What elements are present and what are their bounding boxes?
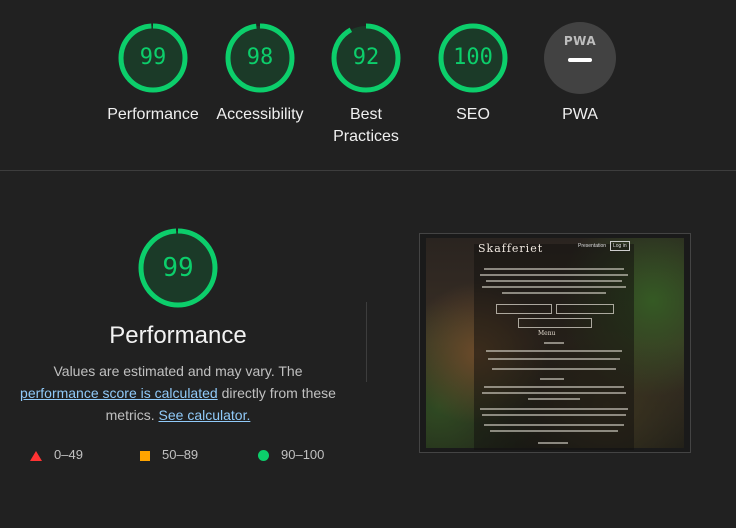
circle-icon [258,450,269,462]
gauge-label: Best Practices [333,106,399,145]
legend-average: 50–89 [140,447,198,462]
score-value: 99 [139,45,167,70]
gauge-performance[interactable]: 99 Performance [98,22,208,126]
screenshot-text-line [540,378,564,380]
screenshot-text-line [480,408,628,410]
screenshot-menu-heading: Menu [538,330,556,337]
legend-label: 0–49 [54,447,83,462]
screenshot-text-line [482,286,626,288]
legend-pass: 90–100 [258,447,324,462]
square-icon [140,450,150,461]
desc-text: Values are estimated and may vary. The [53,363,303,379]
score-ring: 98 [224,22,296,94]
screenshot-button [496,304,552,314]
performance-title: Performance [109,322,247,349]
pwa-dash-icon [568,58,592,62]
screenshot-text-line [488,358,620,360]
vertical-separator [366,302,367,382]
see-calculator-link[interactable]: See calculator. [159,407,251,423]
final-screenshot-thumbnail[interactable]: Skafferiet Presentation Log in Menu [419,233,691,453]
screenshot-button [556,304,614,314]
screenshot-site-title: Skafferiet [478,242,544,255]
screenshot-button [518,318,592,328]
legend-fail: 0–49 [30,447,83,462]
screenshot-nav: Presentation [578,243,607,249]
gauge-best-practices[interactable]: 92 Best Practices [311,22,421,148]
score-value: 98 [246,45,274,70]
screenshot-text-line [490,430,618,432]
gauge-label: SEO [456,106,490,123]
gauge-seo[interactable]: 100 SEO [418,22,528,126]
performance-score-ring: 99 [137,227,219,309]
screenshot-text-line [486,280,622,282]
screenshot-text-line [484,386,624,388]
score-value: 100 [453,45,493,70]
score-ring: 92 [330,22,402,94]
gauge-accessibility[interactable]: 98 Accessibility [205,22,315,126]
score-ring: 99 [117,22,189,94]
gauge-label: PWA [562,106,598,123]
performance-description: Values are estimated and may vary. The p… [18,360,338,426]
score-ring: 100 [437,22,509,94]
performance-score-value: 99 [162,253,194,283]
screenshot-login: Log in [610,241,630,251]
screenshot-text-line [484,424,624,426]
screenshot-text-line [484,268,624,270]
performance-section: 99 Performance Values are estimated and … [0,170,736,528]
screenshot-text-line [480,274,628,276]
screenshot-text-line [486,350,622,352]
screenshot-text-line [538,442,568,444]
triangle-icon [30,450,42,461]
screenshot-text-line [492,368,616,370]
pwa-badge: PWA [544,22,616,94]
performance-score-link[interactable]: performance score is calculated [20,385,218,401]
screenshot-text-line [482,392,626,394]
category-gauges: 99 Performance 98 Accessibility 92 Best … [0,0,736,170]
score-value: 92 [352,45,380,70]
screenshot-text-line [482,414,626,416]
gauge-pwa[interactable]: PWA PWA [525,22,635,126]
legend-label: 90–100 [281,447,325,462]
screenshot-text-line [528,398,580,400]
screenshot-text-line [544,342,564,344]
gauge-label: Accessibility [216,106,304,123]
legend-label: 50–89 [162,447,199,462]
screenshot-text-line [502,292,606,294]
gauge-label: Performance [107,106,199,123]
pwa-badge-text: PWA [563,34,597,48]
